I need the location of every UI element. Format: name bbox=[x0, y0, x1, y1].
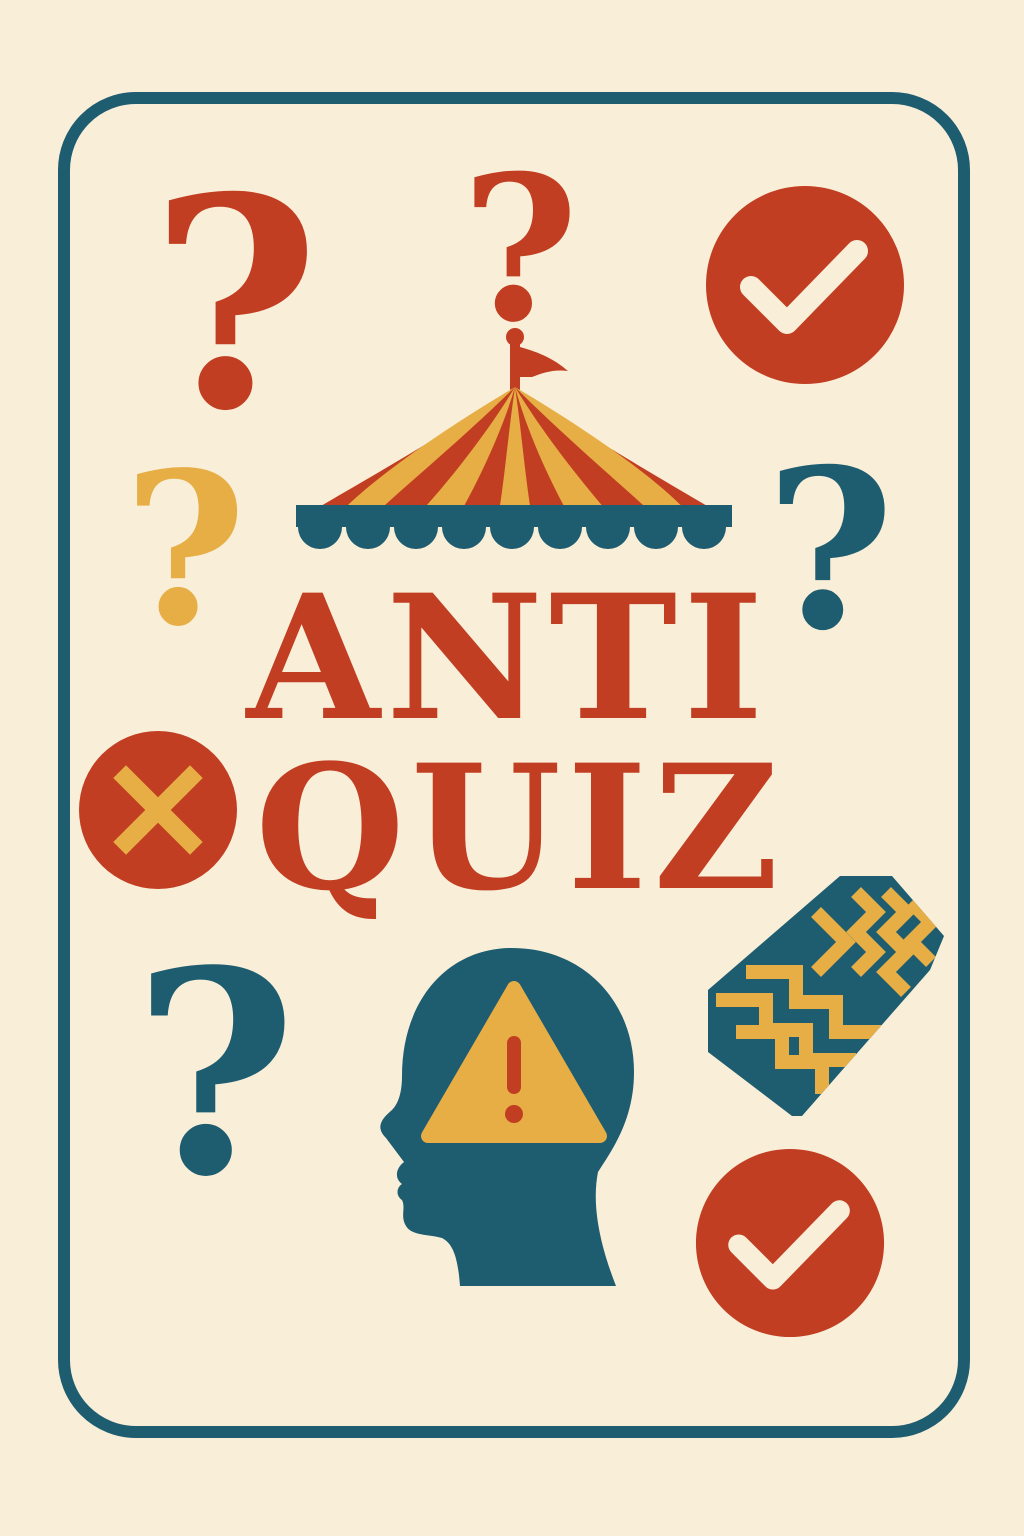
title-line-1: ANTI bbox=[246, 556, 770, 759]
question-mark-icon: ? bbox=[132, 910, 298, 1239]
circus-tent-icon bbox=[296, 328, 732, 549]
check-circle-icon bbox=[695, 1148, 885, 1338]
striped-block-icon bbox=[708, 876, 944, 1116]
question-mark-icon: ? bbox=[150, 135, 320, 475]
head-warning-icon bbox=[380, 948, 634, 1286]
question-mark-icon: ? bbox=[461, 132, 579, 367]
check-circle-icon bbox=[706, 186, 904, 384]
